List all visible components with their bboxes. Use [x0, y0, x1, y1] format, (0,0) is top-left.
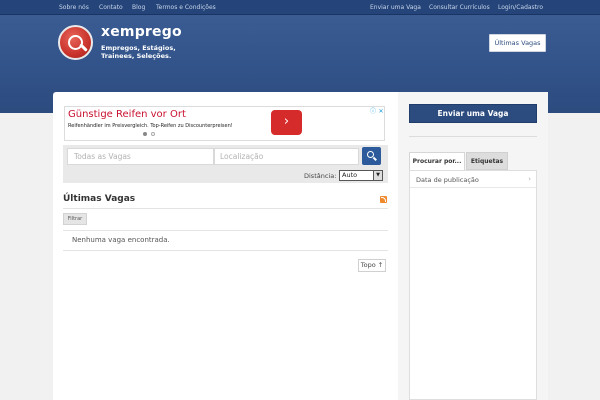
filter-button[interactable]: Filtrar — [63, 213, 87, 225]
search-panel: Todas as Vagas Localização Distância: Au… — [63, 145, 388, 183]
ad-title[interactable]: Günstige Reifen vor Ort — [68, 109, 186, 120]
ad-dot-active[interactable] — [143, 132, 147, 136]
divider — [63, 250, 388, 251]
ad-arrow-button[interactable]: › — [271, 110, 302, 135]
distance-label: Distância: — [304, 172, 337, 180]
nav-link-enviar-vaga[interactable]: Enviar uma Vaga — [370, 4, 421, 11]
divider — [63, 208, 388, 209]
tab-panel: Data de publicação › — [409, 170, 537, 400]
brand-name[interactable]: xemprego — [101, 24, 182, 40]
rss-icon[interactable] — [380, 196, 387, 203]
brand-tagline: Empregos, Estágios, Trainees, Seleções. — [101, 44, 176, 60]
ad-description: Reifenhändler im Preisvergleich. Top-Rei… — [68, 123, 233, 129]
ad-close-icon[interactable]: ✕ — [377, 108, 385, 116]
distance-select[interactable]: Auto ▼ — [339, 170, 383, 181]
distance-value: Auto — [342, 171, 358, 179]
top-nav: Sobre nós Contato Blog Termos e Condiçõe… — [0, 0, 600, 15]
chevron-right-icon: › — [528, 175, 531, 183]
nav-link-contato[interactable]: Contato — [99, 4, 123, 11]
back-to-top-button[interactable]: Topo ↑ — [358, 259, 386, 272]
nav-link-sobre[interactable]: Sobre nós — [59, 4, 89, 11]
tab-procurar[interactable]: Procurar por... — [409, 152, 465, 170]
nav-link-curriculos[interactable]: Consultar Currículos — [429, 4, 490, 11]
ad-banner[interactable]: Günstige Reifen vor Ort Reifenhändler im… — [64, 106, 385, 141]
divider — [63, 230, 388, 231]
location-input[interactable]: Localização — [214, 148, 359, 165]
empty-message: Nenhuma vaga encontrada. — [72, 236, 170, 244]
enviar-vaga-button[interactable]: Enviar uma Vaga — [409, 104, 537, 123]
ultimas-vagas-button[interactable]: Últimas Vagas — [489, 34, 546, 52]
ad-info-icon[interactable]: ⓘ — [369, 108, 377, 116]
nav-link-termos[interactable]: Termos e Condições — [156, 4, 216, 11]
search-button[interactable] — [362, 147, 381, 165]
search-icon-handle — [373, 156, 377, 161]
section-title: Últimas Vagas — [63, 194, 136, 204]
sidebar-item-data-publicacao[interactable]: Data de publicação — [416, 176, 479, 184]
sidebar-divider — [409, 136, 537, 137]
logo-icon[interactable] — [58, 25, 93, 60]
keyword-input[interactable]: Todas as Vagas — [67, 148, 214, 165]
nav-link-blog[interactable]: Blog — [132, 4, 145, 11]
logo-handle — [79, 43, 88, 52]
tab-etiquetas[interactable]: Etiquetas — [466, 152, 508, 170]
ad-dot[interactable] — [151, 132, 155, 136]
divider — [410, 187, 536, 188]
chevron-down-icon: ▼ — [373, 171, 382, 180]
nav-link-login[interactable]: Login/Cadastro — [498, 4, 543, 11]
